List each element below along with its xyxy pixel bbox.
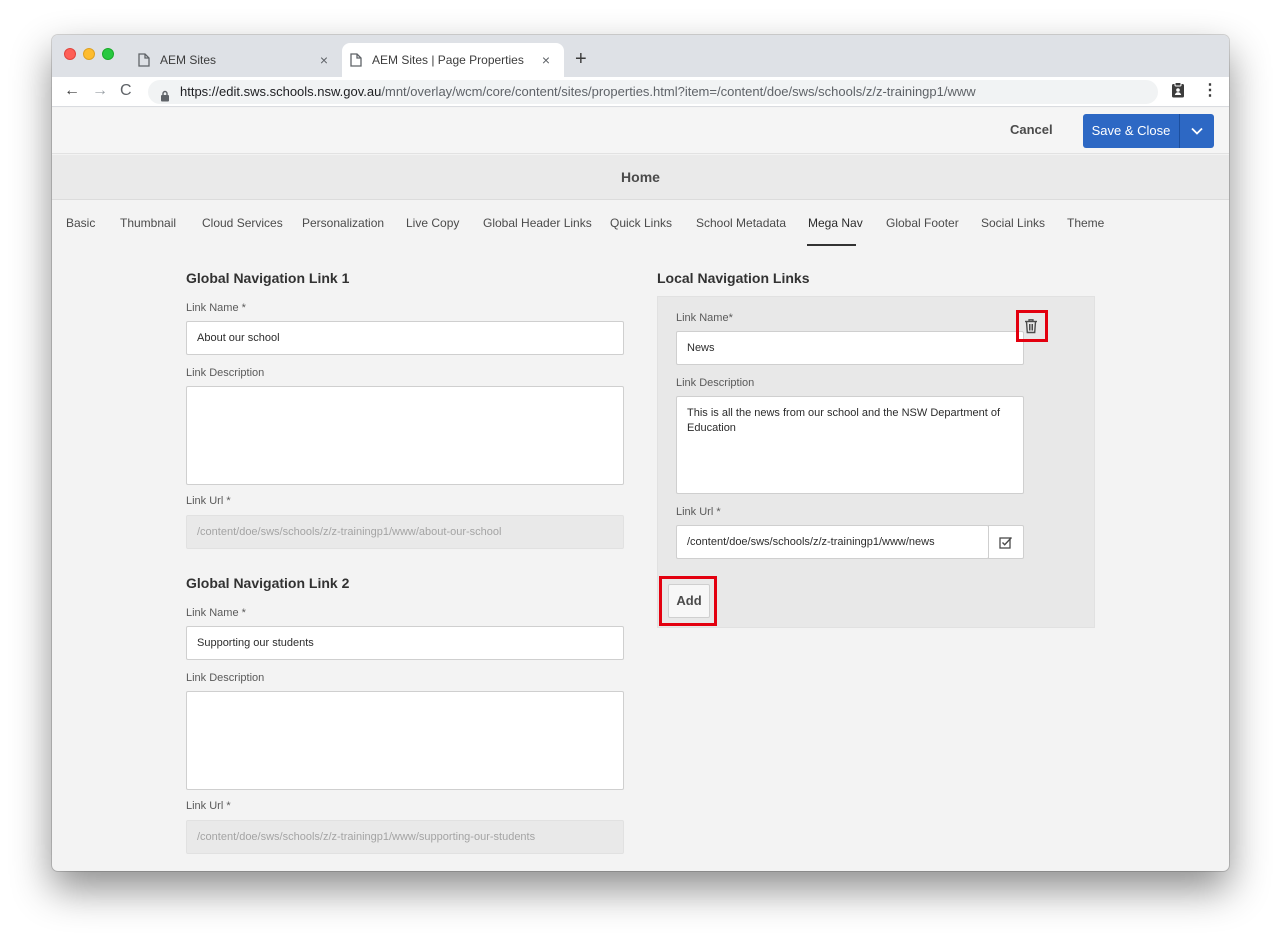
link-url-label: Link Url *: [186, 800, 231, 812]
tab-close-icon[interactable]: ×: [314, 52, 334, 68]
minimize-window-button[interactable]: [83, 48, 95, 60]
global-nav-1-link-description-textarea[interactable]: [186, 386, 624, 485]
browser-toolbar: ← → C https://edit.sws.schools.nsw.gov.a…: [52, 77, 1229, 107]
save-close-button[interactable]: Save & Close: [1083, 114, 1179, 148]
global-nav-2-link-description-textarea[interactable]: [186, 691, 624, 790]
url-host: https://edit.sws.schools.nsw.gov.au: [180, 84, 382, 99]
tab-strip: AEM Sites × AEM Sites | Page Properties …: [52, 35, 1229, 77]
trash-icon[interactable]: [1022, 316, 1040, 336]
chevron-down-icon[interactable]: [1180, 114, 1214, 148]
cancel-button[interactable]: Cancel: [1010, 122, 1053, 137]
global-nav-2-title: Global Navigation Link 2: [186, 575, 350, 591]
browser-tab-aem-sites[interactable]: AEM Sites ×: [130, 43, 342, 77]
link-name-label: Link Name *: [186, 302, 246, 314]
page-title: Home: [52, 155, 1229, 200]
new-tab-button[interactable]: +: [575, 49, 587, 69]
maximize-window-button[interactable]: [102, 48, 114, 60]
path-browse-icon[interactable]: [988, 525, 1024, 559]
clipboard-icon[interactable]: [1171, 82, 1185, 103]
link-name-label: Link Name *: [186, 607, 246, 619]
property-tabs: Basic Thumbnail Cloud Services Personali…: [52, 201, 1229, 247]
link-url-label: Link Url *: [186, 495, 231, 507]
link-name-label: Link Name*: [676, 312, 733, 324]
tab-thumbnail[interactable]: Thumbnail: [120, 216, 176, 230]
action-bar: Cancel Save & Close: [52, 108, 1229, 154]
tab-live-copy[interactable]: Live Copy: [406, 216, 459, 230]
global-nav-2-link-url-input: /content/doe/sws/schools/z/z-trainingp1/…: [186, 820, 624, 854]
browser-window: AEM Sites × AEM Sites | Page Properties …: [52, 35, 1229, 871]
link-description-label: Link Description: [186, 367, 265, 379]
local-nav-link-name-input[interactable]: News: [676, 331, 1024, 365]
link-description-label: Link Description: [186, 672, 265, 684]
browser-menu-icon[interactable]: ⋮: [1202, 80, 1218, 102]
address-bar[interactable]: https://edit.sws.schools.nsw.gov.au/mnt/…: [148, 80, 1158, 104]
lock-icon: [160, 86, 170, 104]
tab-title: AEM Sites: [160, 53, 217, 67]
tab-theme[interactable]: Theme: [1067, 216, 1104, 230]
doc-icon: [138, 53, 152, 67]
global-nav-1-link-url-input: /content/doe/sws/schools/z/z-trainingp1/…: [186, 515, 624, 549]
tab-personalization[interactable]: Personalization: [302, 216, 384, 230]
back-icon[interactable]: ←: [64, 81, 80, 101]
save-close-button-group: Save & Close: [1083, 114, 1214, 148]
doc-icon: [350, 53, 364, 67]
tab-close-icon[interactable]: ×: [536, 52, 556, 68]
tab-global-header-links[interactable]: Global Header Links: [483, 216, 592, 230]
tab-title: AEM Sites | Page Properties: [372, 53, 524, 67]
forward-icon[interactable]: →: [92, 81, 108, 101]
reload-icon[interactable]: C: [120, 81, 132, 101]
url-path: /mnt/overlay/wcm/core/content/sites/prop…: [381, 84, 976, 99]
global-nav-1-title: Global Navigation Link 1: [186, 270, 350, 286]
tab-cloud-services[interactable]: Cloud Services: [202, 216, 283, 230]
global-nav-1-link-name-input[interactable]: About our school: [186, 321, 624, 355]
tab-school-metadata[interactable]: School Metadata: [696, 216, 786, 230]
close-window-button[interactable]: [64, 48, 76, 60]
tab-mega-nav[interactable]: Mega Nav: [808, 216, 863, 230]
add-button[interactable]: Add: [668, 584, 710, 618]
selected-tab-indicator: [807, 244, 856, 246]
local-nav-link-url-input[interactable]: /content/doe/sws/schools/z/z-trainingp1/…: [676, 525, 989, 559]
tab-quick-links[interactable]: Quick Links: [610, 216, 672, 230]
local-nav-link-description-textarea[interactable]: This is all the news from our school and…: [676, 396, 1024, 494]
link-description-label: Link Description: [676, 377, 755, 389]
browser-tab-page-properties[interactable]: AEM Sites | Page Properties ×: [342, 43, 564, 77]
tab-global-footer[interactable]: Global Footer: [886, 216, 959, 230]
tab-basic[interactable]: Basic: [66, 216, 95, 230]
local-nav-title: Local Navigation Links: [657, 270, 810, 286]
tab-social-links[interactable]: Social Links: [981, 216, 1045, 230]
link-url-label: Link Url *: [676, 506, 721, 518]
global-nav-2-link-name-input[interactable]: Supporting our students: [186, 626, 624, 660]
